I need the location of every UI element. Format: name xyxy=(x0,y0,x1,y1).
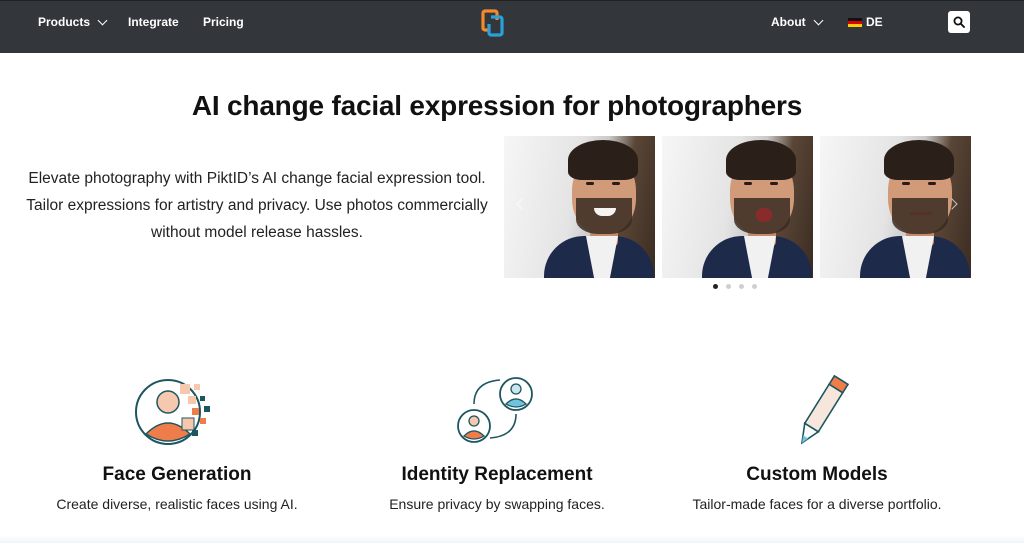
nav-pricing-label: Pricing xyxy=(203,15,244,29)
chevron-down-icon xyxy=(97,15,108,25)
page-title: AI change facial expression for photogra… xyxy=(191,90,803,121)
nav-integrate-label: Integrate xyxy=(128,15,179,29)
section-divider xyxy=(0,535,1024,543)
nav-products-label: Products xyxy=(38,15,91,29)
feature-title: Custom Models xyxy=(746,464,888,485)
language-switch[interactable]: DE xyxy=(848,15,883,29)
nav-about-label: About xyxy=(771,15,806,29)
carousel-dot[interactable] xyxy=(713,284,718,289)
feature-description: Ensure privacy by swapping faces. xyxy=(389,496,605,512)
carousel-slide-surprised xyxy=(662,136,813,278)
pencil-icon xyxy=(800,374,850,445)
identity-swap-icon xyxy=(457,377,533,443)
carousel-dot[interactable] xyxy=(739,284,744,289)
search-icon xyxy=(953,16,965,28)
carousel-dot[interactable] xyxy=(726,284,731,289)
feature-title: Identity Replacement xyxy=(401,464,593,485)
language-label: DE xyxy=(866,15,883,29)
feature-description: Tailor-made faces for a diverse portfoli… xyxy=(692,496,942,512)
piktid-logo-icon[interactable] xyxy=(481,8,505,38)
chevron-down-icon xyxy=(813,15,824,25)
face-generation-icon xyxy=(135,379,210,445)
carousel-slide-smile xyxy=(504,136,655,278)
nav-integrate[interactable]: Integrate xyxy=(128,15,179,29)
feature-identity-replacement: Identity Replacement Ensure privacy by s… xyxy=(332,372,662,512)
carousel-slide-neutral xyxy=(820,136,971,278)
nav-pricing[interactable]: Pricing xyxy=(203,15,244,29)
nav-products[interactable]: Products xyxy=(38,15,108,29)
feature-description: Create diverse, realistic faces using AI… xyxy=(56,496,298,512)
search-button[interactable] xyxy=(948,11,970,33)
hero-description: Elevate photography with PiktID’s AI cha… xyxy=(26,170,488,241)
carousel-dot[interactable] xyxy=(752,284,757,289)
german-flag-icon xyxy=(848,17,862,27)
top-navbar: Products Integrate Pricing About DE xyxy=(0,0,1024,53)
carousel-dots xyxy=(713,284,757,289)
expression-carousel[interactable] xyxy=(504,136,971,278)
feature-custom-models: Custom Models Tailor-made faces for a di… xyxy=(652,372,982,512)
nav-about[interactable]: About xyxy=(771,15,824,29)
feature-title: Face Generation xyxy=(102,464,252,485)
feature-face-generation: Face Generation Create diverse, realisti… xyxy=(12,372,342,512)
